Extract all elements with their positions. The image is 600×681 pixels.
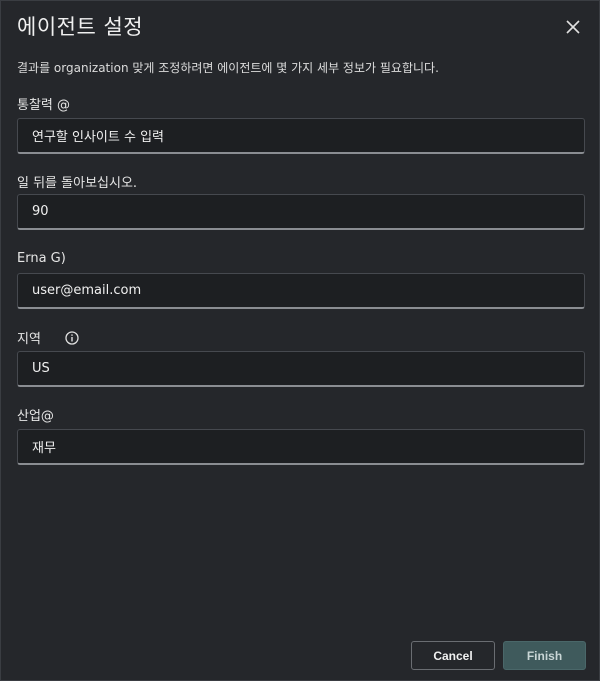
cancel-button[interactable]: Cancel bbox=[411, 641, 495, 670]
dialog-title: 에이전트 설정 bbox=[17, 15, 144, 39]
lookback-days-label: 일 뒤를 돌아보십시오. bbox=[17, 172, 137, 191]
finish-button[interactable]: Finish bbox=[503, 641, 586, 670]
insights-label: 통찰력 @ bbox=[17, 94, 70, 113]
industry-label: 산업@ bbox=[17, 405, 54, 424]
email-label-text: Erna G) bbox=[17, 251, 66, 266]
email-input[interactable] bbox=[17, 273, 585, 309]
agent-settings-dialog: 에이전트 설정 결과를 organization 맞게 조정하려면 에이전트에 … bbox=[0, 0, 600, 681]
close-icon bbox=[566, 20, 580, 34]
lookback-days-label-text: 일 뒤를 돌아보십시오. bbox=[17, 176, 138, 191]
info-icon[interactable] bbox=[65, 330, 79, 345]
region-label: 지역 bbox=[17, 328, 79, 347]
region-input[interactable] bbox=[17, 351, 585, 387]
email-label: Erna G) bbox=[17, 251, 66, 266]
insights-input[interactable] bbox=[17, 118, 585, 154]
industry-input[interactable] bbox=[17, 429, 585, 465]
industry-label-text: 산업@ bbox=[17, 409, 54, 424]
dialog-description: 결과를 organization 맞게 조정하려면 에이전트에 몇 가지 세부 … bbox=[17, 61, 439, 75]
region-label-text: 지역 bbox=[17, 332, 41, 347]
close-button[interactable] bbox=[561, 15, 585, 39]
insights-label-text: 통찰력 @ bbox=[17, 98, 71, 113]
lookback-days-input[interactable] bbox=[17, 194, 585, 230]
